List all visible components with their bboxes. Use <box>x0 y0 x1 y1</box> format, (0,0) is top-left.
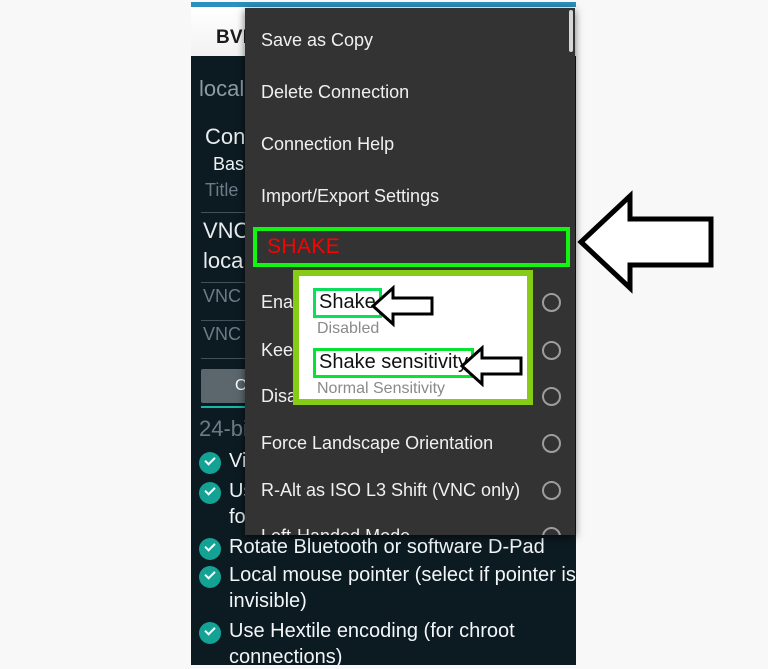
connection-name-value: local <box>199 76 245 101</box>
menu-item-label: Force Landscape Orientation <box>261 432 494 453</box>
field-3-placeholder[interactable]: VNC <box>203 286 241 307</box>
callout-title: Shake sensitivity <box>319 351 468 373</box>
checkbox-checked-icon[interactable] <box>199 622 221 644</box>
big-arrow-to-shake-icon <box>577 190 714 294</box>
menu-item-shake[interactable]: SHAKE <box>253 227 570 267</box>
menu-item-label: Left-Handed Mode <box>261 526 542 536</box>
list-item[interactable]: Use Hextile encoding (for chroot connect… <box>199 618 576 665</box>
menu-item-label: Save as Copy <box>261 29 374 50</box>
menu-item-label: R-Alt as ISO L3 Shift (VNC only) <box>261 479 521 500</box>
menu-item-save-as-copy[interactable]: Save as Copy <box>245 14 575 66</box>
host-value[interactable]: loca <box>203 248 243 274</box>
list-item-label: Rotate Bluetooth or software D-Pad <box>229 536 545 558</box>
menu-item-label: Import/Export Settings <box>261 185 440 206</box>
list-item-label: Local mouse pointer (select if pointer i… <box>229 564 576 612</box>
menu-item-label: SHAKE <box>267 235 341 258</box>
radio-button-icon[interactable] <box>542 340 561 360</box>
checkbox-checked-icon[interactable] <box>199 566 221 588</box>
list-item[interactable]: Rotate Bluetooth or software D-Pad <box>199 534 576 560</box>
radio-button-icon[interactable] <box>542 433 561 453</box>
checkbox-checked-icon[interactable] <box>199 452 221 474</box>
callout-title: Shake <box>319 291 376 313</box>
menu-item-import-export-settings[interactable]: Import/Export Settings <box>245 170 575 222</box>
radio-button-icon[interactable] <box>542 386 561 406</box>
menu-item-force-landscape-orientation[interactable]: Force Landscape Orientation <box>245 417 575 469</box>
radio-button-icon[interactable] <box>542 480 561 500</box>
field-4-placeholder[interactable]: VNC <box>203 324 241 345</box>
menu-item-left-handed-mode[interactable]: Left-Handed Mode <box>245 510 575 535</box>
list-item-label: Use Hextile encoding (for chroot connect… <box>229 620 515 665</box>
color-mode-value[interactable]: 24-bi <box>199 416 248 442</box>
protocol-label[interactable]: VNC <box>203 218 249 244</box>
title-field-placeholder[interactable]: Title <box>205 180 238 201</box>
callout-title-highlight: Shake sensitivity <box>313 348 474 378</box>
subsection-heading: Basi <box>213 154 249 174</box>
menu-item-delete-connection[interactable]: Delete Connection <box>245 66 575 118</box>
callout-entry-shake-sensitivity: Shake sensitivity Normal Sensitivity <box>313 348 474 398</box>
small-arrow-to-shake-sensitivity-icon <box>459 344 523 388</box>
annotation-callout: Shake Disabled Shake sensitivity Normal … <box>293 270 533 405</box>
list-item[interactable]: Local mouse pointer (select if pointer i… <box>199 562 576 614</box>
checkbox-checked-icon[interactable] <box>199 538 221 560</box>
radio-button-icon[interactable] <box>542 526 561 535</box>
small-arrow-to-shake-icon <box>370 284 434 328</box>
menu-item-label: Connection Help <box>261 133 395 154</box>
menu-item-ralt-iso-l3-shift[interactable]: R-Alt as ISO L3 Shift (VNC only) <box>245 464 575 516</box>
callout-subtitle: Normal Sensitivity <box>317 380 446 397</box>
list-item-label: Vi <box>229 450 247 472</box>
menu-item-connection-help[interactable]: Connection Help <box>245 118 575 170</box>
radio-button-icon[interactable] <box>542 292 561 312</box>
menu-item-label: Delete Connection <box>261 81 410 102</box>
checkbox-checked-icon[interactable] <box>199 482 221 504</box>
